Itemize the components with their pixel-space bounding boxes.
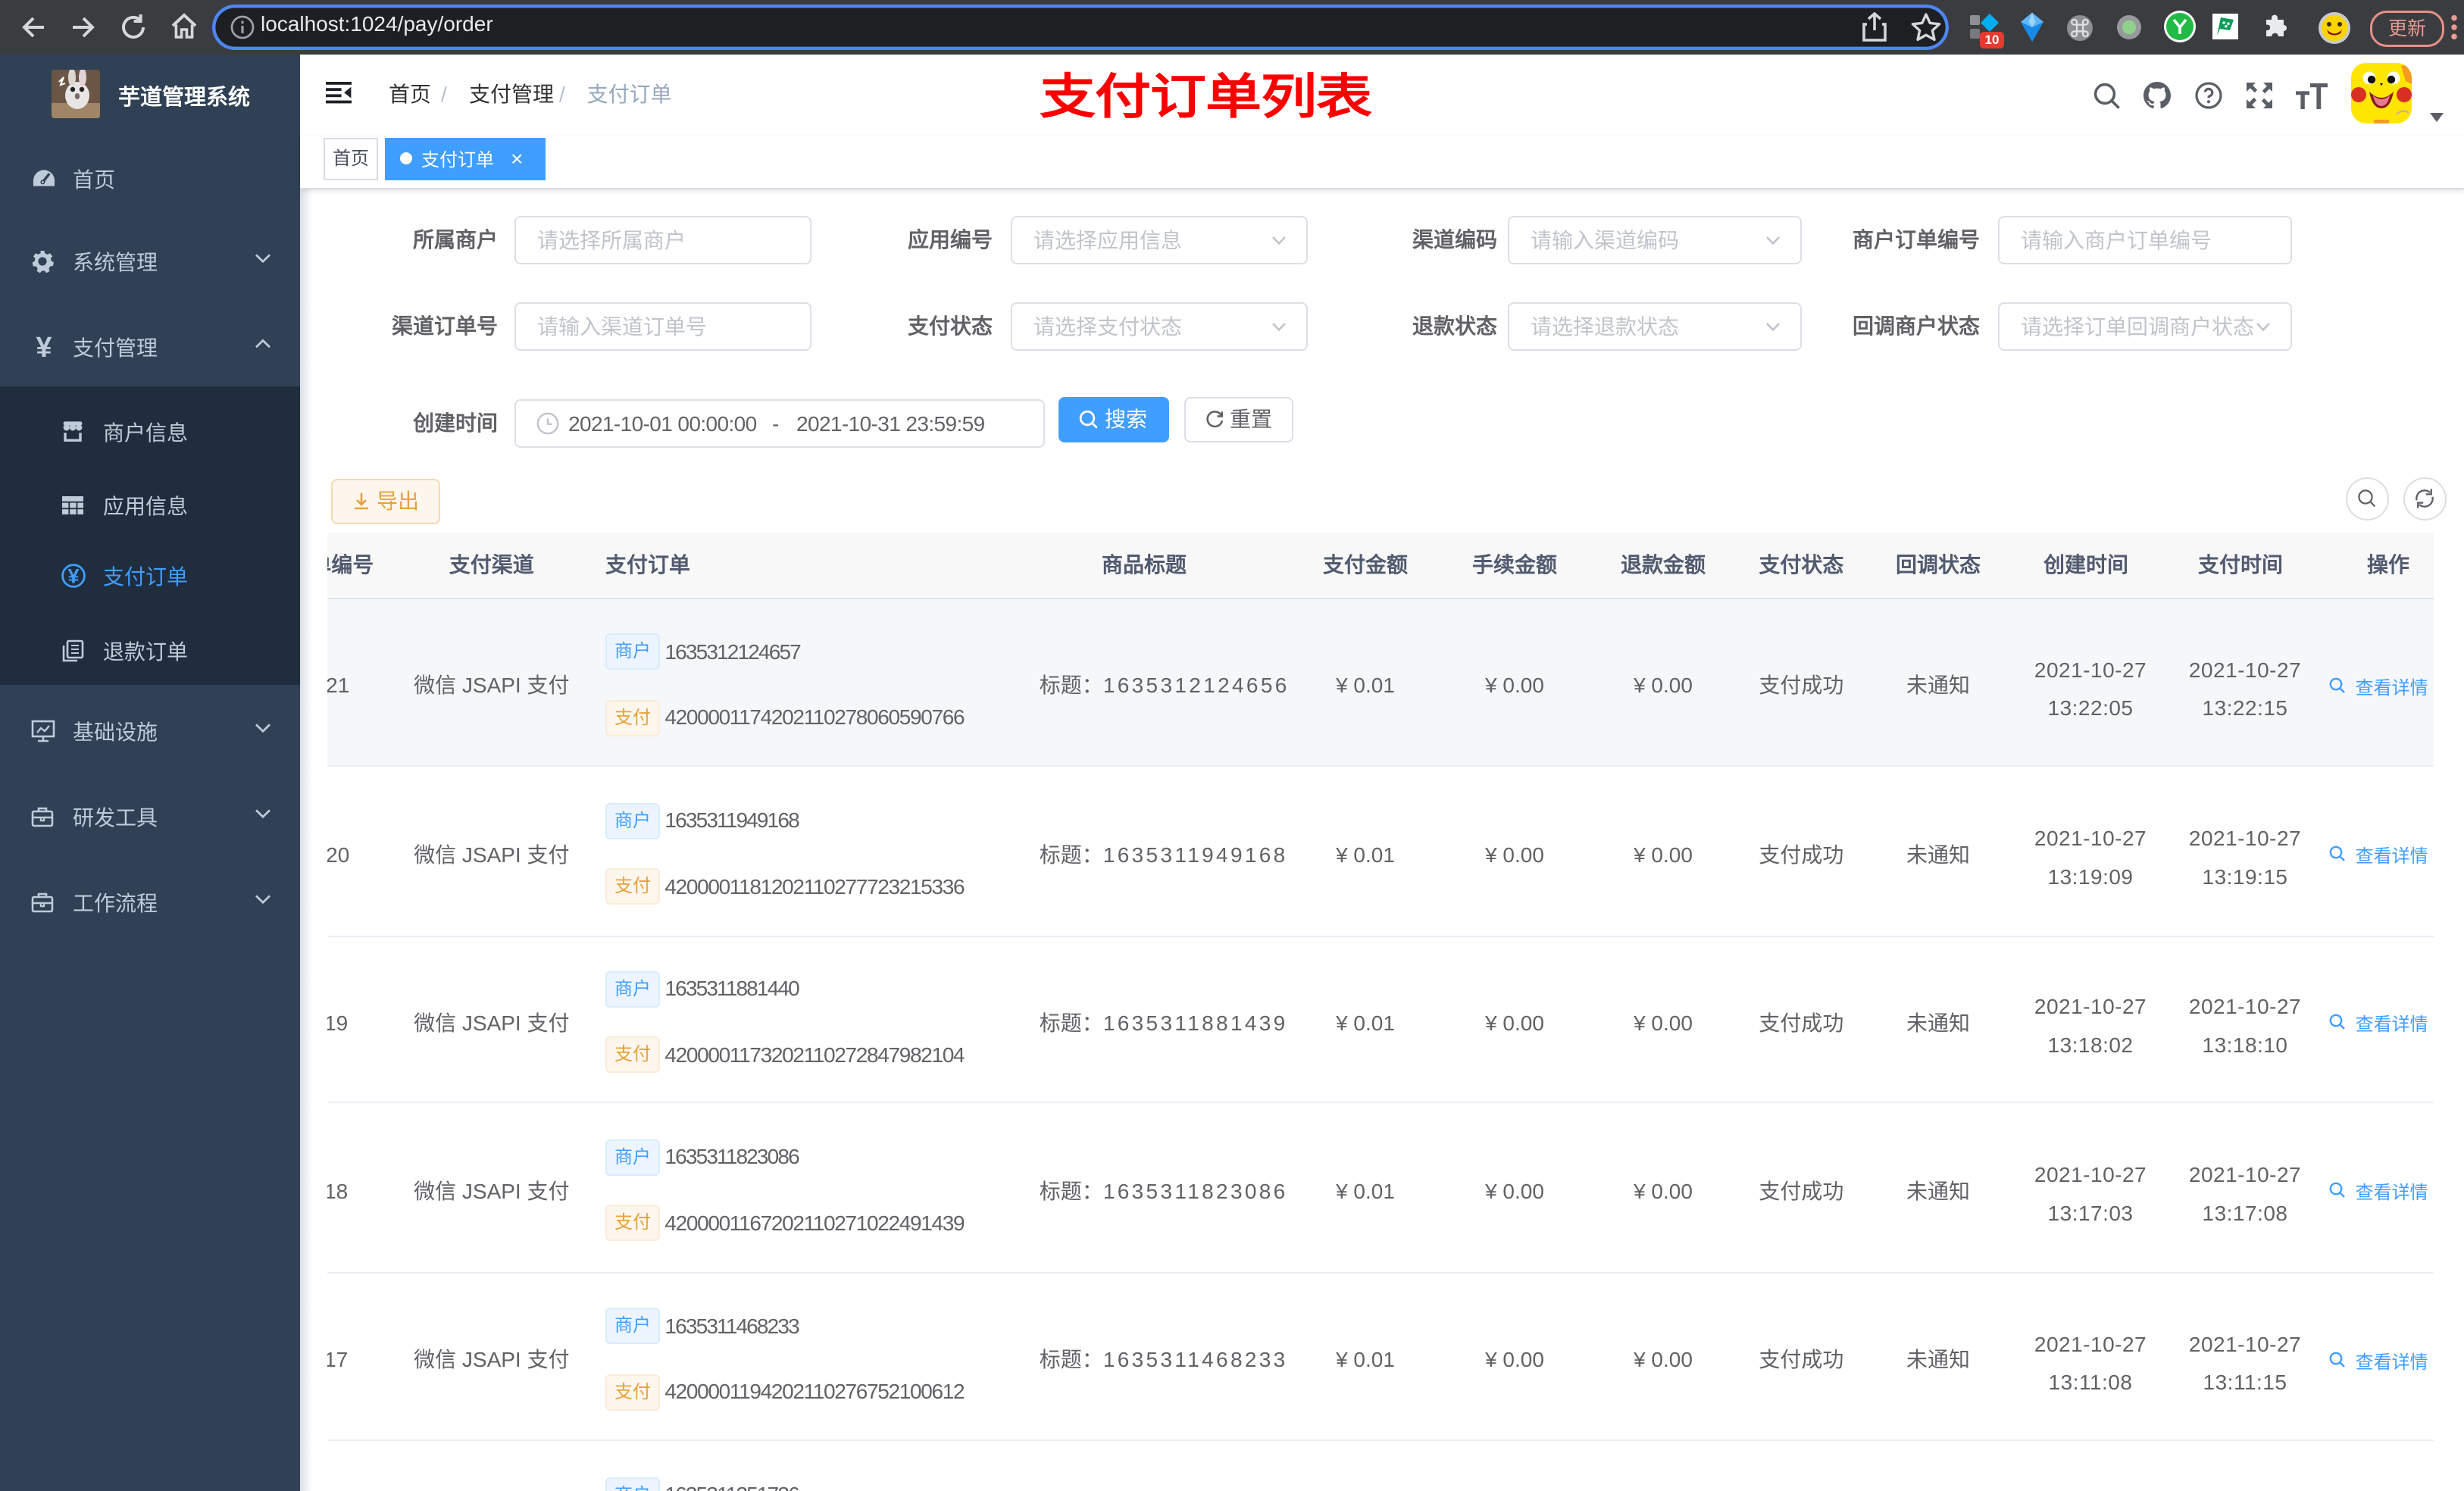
- svg-text:¥: ¥: [67, 564, 79, 587]
- svg-text:¥: ¥: [36, 333, 52, 361]
